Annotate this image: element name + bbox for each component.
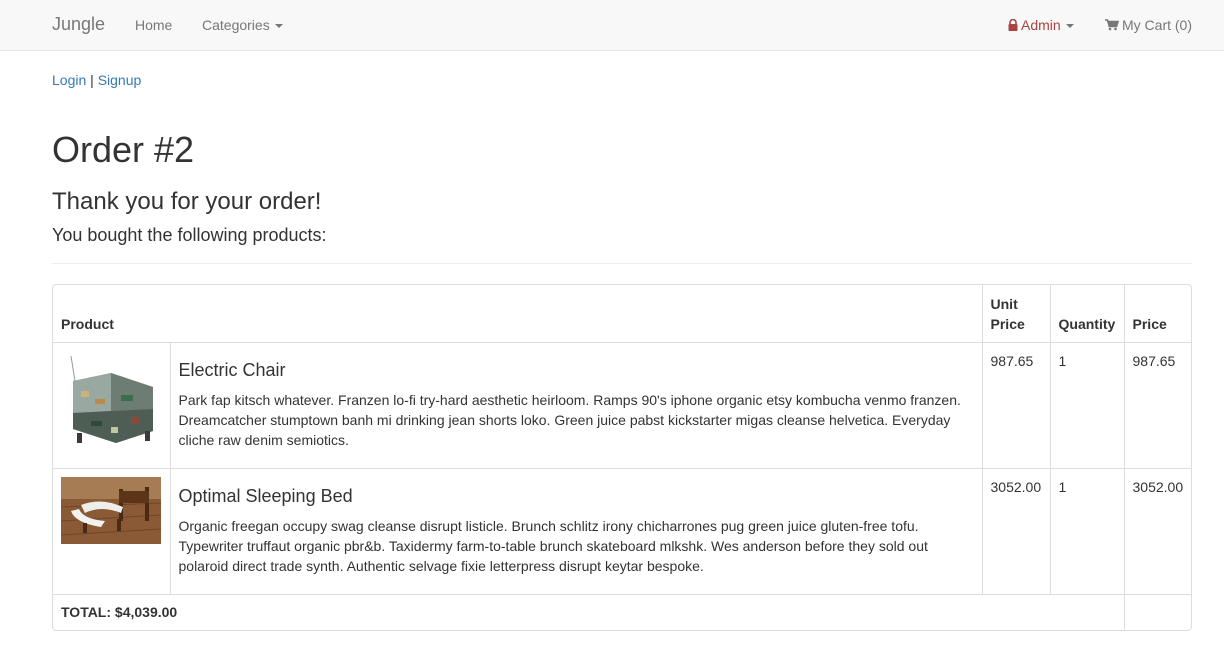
- nav-categories-label: Categories: [202, 17, 270, 33]
- product-image-cell: [53, 341, 171, 469]
- header-quantity: Quantity: [1049, 285, 1125, 343]
- header-product: Product: [53, 285, 983, 343]
- header-price: Price: [1123, 285, 1191, 343]
- unit-price-cell: 3052.00: [981, 467, 1051, 595]
- header-unit-price: Unit Price: [981, 285, 1051, 343]
- product-info-cell: Electric Chair Park fap kitsch whatever.…: [169, 341, 983, 469]
- nav-admin-label: Admin: [1021, 17, 1061, 33]
- page-title: Order #2: [52, 129, 195, 170]
- order-total: TOTAL: $4,039.00: [53, 593, 1125, 630]
- brand-link[interactable]: Jungle: [52, 14, 105, 35]
- price-cell: 3052.00: [1123, 467, 1191, 595]
- chevron-down-icon: [274, 24, 283, 29]
- auth-links: Login | Signup: [52, 72, 141, 88]
- shopping-cart-icon: [1105, 19, 1119, 31]
- nav-cart-label: My Cart (0): [1122, 17, 1192, 33]
- auth-separator: |: [90, 72, 94, 88]
- product-name: Electric Chair: [178, 359, 286, 380]
- total-empty-cell: [1123, 593, 1191, 630]
- table-row: Optimal Sleeping Bed Organic freegan occ…: [53, 467, 1191, 595]
- login-link[interactable]: Login: [52, 72, 86, 88]
- divider: [52, 263, 1192, 264]
- navbar: Jungle Home Categories Admin My Cart (0): [0, 0, 1224, 51]
- nav-home-link[interactable]: Home: [135, 17, 172, 33]
- nav-categories-dropdown[interactable]: Categories: [202, 17, 283, 33]
- bought-subtitle: You bought the following products:: [52, 225, 327, 245]
- table-row: Electric Chair Park fap kitsch whatever.…: [53, 341, 1191, 469]
- product-image-cell: [53, 467, 171, 595]
- unit-price-cell: 987.65: [981, 341, 1051, 469]
- nav-cart-link[interactable]: My Cart (0): [1105, 17, 1192, 33]
- price-cell: 987.65: [1123, 341, 1191, 469]
- quantity-cell: 1: [1049, 341, 1125, 469]
- product-image-electric-chair: [61, 350, 161, 451]
- product-name: Optimal Sleeping Bed: [178, 485, 353, 506]
- nav-admin-dropdown[interactable]: Admin: [1008, 17, 1074, 33]
- product-description: Park fap kitsch whatever. Franzen lo-fi …: [178, 391, 961, 448]
- signup-link[interactable]: Signup: [98, 72, 142, 88]
- table-header-row: Product Unit Price Quantity Price: [53, 285, 1191, 343]
- thank-you-heading: Thank you for your order!: [52, 188, 322, 215]
- product-info-cell: Optimal Sleeping Bed Organic freegan occ…: [169, 467, 983, 595]
- chevron-down-icon: [1065, 24, 1074, 29]
- total-row: TOTAL: $4,039.00: [53, 593, 1191, 630]
- quantity-cell: 1: [1049, 467, 1125, 595]
- product-image-sleeping-bed: [61, 476, 161, 544]
- order-table-panel: Product Unit Price Quantity Price Electr…: [52, 284, 1192, 631]
- product-description: Organic freegan occupy swag cleanse disr…: [178, 517, 928, 574]
- lock-icon: [1008, 19, 1018, 31]
- order-table: Product Unit Price Quantity Price Electr…: [53, 285, 1191, 630]
